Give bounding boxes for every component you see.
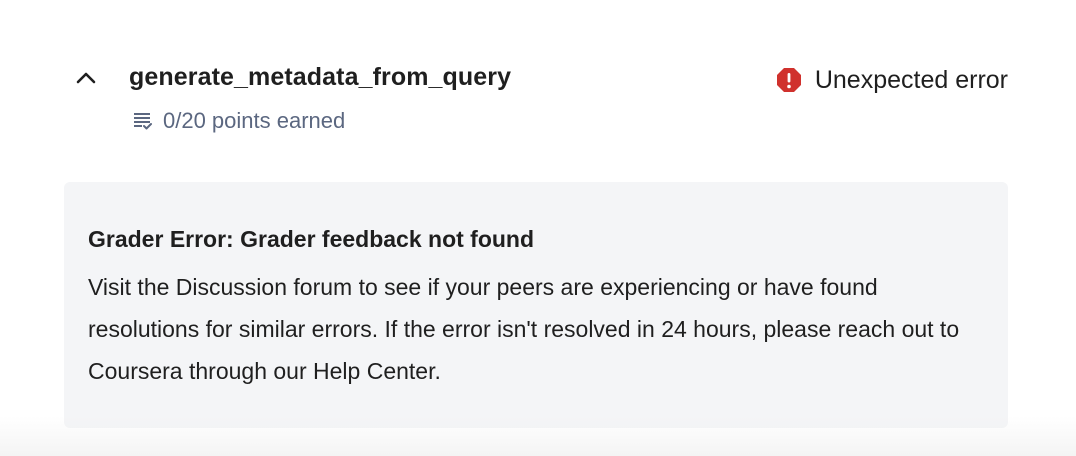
feedback-title: Grader Error: Grader feedback not found — [88, 226, 535, 252]
error-octagon-icon — [775, 66, 803, 94]
status-text: Unexpected error — [814, 66, 1008, 94]
assignment-item-header: generate_metadata_from_query 0/20 points… — [0, 0, 1076, 170]
collapse-toggle-button[interactable] — [66, 58, 106, 98]
chevron-up-icon — [76, 72, 96, 84]
status-indicator: Unexpected error — [775, 62, 1008, 98]
grader-feedback-panel: Grader Error: Grader feedback not found … — [64, 182, 1008, 428]
points-summary: 0/20 points earned — [131, 106, 345, 136]
feedback-message: Visit the Discussion forum to see if you… — [88, 274, 960, 384]
assignment-checklist-icon — [131, 109, 155, 133]
item-title: generate_metadata_from_query — [129, 63, 512, 91]
points-earned-text: 0/20 points earned — [163, 108, 346, 133]
